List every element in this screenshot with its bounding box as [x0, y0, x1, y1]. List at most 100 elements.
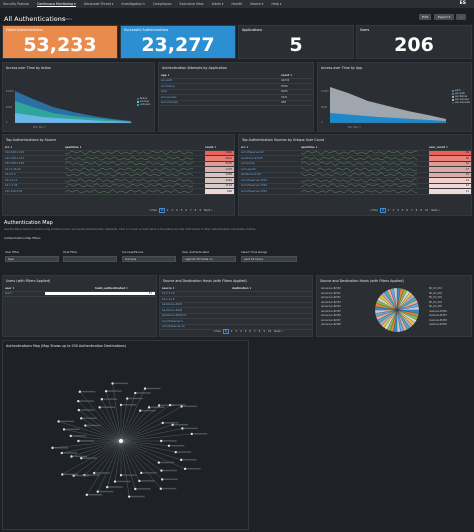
src-cell[interactable]: acm-fileserver-7001	[241, 190, 301, 193]
col-hosts-header[interactable]: hosts_authenticated ⇕	[95, 287, 128, 290]
page-number[interactable]: 5	[401, 209, 405, 212]
graph-node[interactable]	[167, 444, 171, 448]
nav-item[interactable]: Alerts ▾	[212, 2, 224, 6]
col-sparkline-header[interactable]: sparkline ⇕	[301, 146, 429, 149]
graph-node[interactable]	[57, 420, 60, 423]
app-cell[interactable]: win:auth	[161, 79, 281, 82]
col-src-header[interactable]: src ⇕	[5, 146, 65, 149]
graph-node[interactable]	[119, 474, 123, 477]
src-cell[interactable]: acm-fileserver-7001	[241, 184, 301, 187]
graph-node[interactable]	[160, 469, 163, 472]
nav-item[interactable]: Search ▾	[250, 2, 264, 6]
table-row[interactable]: 192.168.3.50 906	[3, 189, 234, 195]
page-number[interactable]: 7	[189, 209, 193, 212]
page-number[interactable]: 2	[230, 330, 234, 333]
graph-node[interactable]	[174, 450, 177, 454]
prev-page-button[interactable]: « Prev	[369, 209, 379, 212]
src-cell[interactable]: 10.2.2.12	[5, 179, 65, 182]
prev-page-button[interactable]: « Prev	[148, 209, 158, 212]
kpi-value[interactable]: 23,277	[121, 34, 235, 56]
source-cell[interactable]: backbone-2004-01	[162, 314, 232, 317]
graph-node[interactable]	[104, 389, 108, 393]
page-number[interactable]: 8	[194, 209, 198, 212]
graph-node[interactable]	[161, 421, 164, 425]
graph-center-node[interactable]	[119, 439, 123, 443]
graph-node[interactable]	[180, 405, 183, 408]
more-button[interactable]: ...	[456, 14, 466, 20]
graph-node[interactable]	[60, 451, 64, 455]
source-cell[interactable]: 10.2.3.10	[162, 292, 232, 295]
app-cell[interactable]: sshd	[161, 90, 281, 93]
export-button[interactable]: Export ▾	[434, 14, 454, 20]
graph-node[interactable]	[168, 403, 172, 407]
view-filters-link[interactable]: View Filters	[55, 17, 72, 21]
app-cell[interactable]: win:unknown	[161, 101, 281, 104]
graph-node[interactable]	[139, 409, 142, 412]
graph-node[interactable]	[181, 427, 184, 430]
nav-item[interactable]: Compliance	[153, 2, 172, 6]
src-cell[interactable]: 192.168.3.50	[5, 190, 65, 193]
page-number[interactable]: 8	[258, 330, 262, 333]
graph-node[interactable]	[106, 485, 109, 489]
src-cell[interactable]: 10.1.1.33	[5, 184, 65, 187]
source-cell[interactable]: acm-fileserver-1	[162, 320, 232, 323]
src-cell[interactable]: 192.168.1.102	[5, 157, 65, 160]
graph-node[interactable]	[180, 458, 183, 462]
source-cell[interactable]: acm-fileserver-1a	[162, 325, 232, 328]
source-cell[interactable]: 10.1.21.9	[162, 298, 232, 301]
graph-node[interactable]	[127, 495, 131, 498]
graph-node[interactable]	[113, 480, 117, 483]
graph-node[interactable]	[77, 399, 80, 403]
graph-node[interactable]	[126, 397, 129, 400]
graph-node[interactable]	[77, 408, 81, 412]
page-number[interactable]: 10	[267, 330, 272, 333]
src-cell[interactable]: acm-hardy	[241, 162, 301, 165]
graph-node[interactable]	[85, 493, 88, 497]
page-number[interactable]: 5	[180, 209, 184, 212]
graph-node[interactable]	[78, 390, 82, 393]
page-number[interactable]: 3	[391, 209, 395, 212]
col-count-header[interactable]: user_count ⇕	[429, 146, 448, 149]
col-sparkline-header[interactable]: sparkline ⇕	[65, 146, 205, 149]
page-number[interactable]: 2	[166, 209, 170, 212]
graph-node[interactable]	[77, 439, 80, 443]
nav-item[interactable]: Executive View	[180, 2, 204, 6]
graph-node[interactable]	[80, 457, 83, 460]
nav-item[interactable]: Advanced Threat ▾	[84, 2, 114, 6]
table-row[interactable]: acm-fileserver-7001 11	[239, 189, 471, 195]
page-number[interactable]: 1	[223, 329, 229, 334]
next-page-button[interactable]: Next »	[273, 330, 283, 333]
nav-item[interactable]: Health	[232, 2, 242, 6]
source-cell[interactable]: backbone-4022	[162, 303, 232, 306]
graph-node[interactable]	[159, 487, 163, 490]
src-cell[interactable]: backbone-93475	[241, 157, 301, 160]
graph-node[interactable]	[93, 471, 96, 475]
page-number[interactable]: 9	[198, 209, 202, 212]
nav-item[interactable]: Investigation ▾	[121, 2, 144, 6]
graph-node[interactable]	[51, 446, 54, 450]
page-number[interactable]: 4	[396, 209, 400, 212]
kpi-value[interactable]: 206	[357, 34, 471, 56]
col-count-header[interactable]: count ⇕	[281, 74, 292, 77]
src-cell[interactable]: backbone-2112	[241, 173, 301, 176]
graph-node[interactable]	[190, 432, 193, 436]
graph-node[interactable]	[160, 439, 163, 443]
nav-item[interactable]: Security Posture	[3, 2, 29, 6]
graph-node[interactable]	[62, 428, 66, 431]
graph-node[interactable]	[70, 455, 73, 458]
graph-node[interactable]	[84, 424, 87, 427]
graph-node[interactable]	[61, 473, 64, 476]
col-source-header[interactable]: source ⇕	[162, 287, 232, 290]
user-filter-input[interactable]	[5, 256, 59, 262]
col-destination-header[interactable]: destination ⇕	[232, 287, 252, 290]
user-authenticated-select[interactable]: against 50 hosts or...	[182, 256, 236, 262]
src-cell[interactable]: acm-wp-94	[241, 168, 301, 171]
col-user-header[interactable]: user ⇕	[5, 287, 95, 290]
graph-node[interactable]	[134, 391, 137, 395]
src-cell[interactable]: 192.168.1.108	[5, 162, 65, 165]
page-number[interactable]: 6	[248, 330, 252, 333]
graph-node[interactable]	[69, 434, 72, 438]
src-cell[interactable]: 10.0.0.2	[5, 173, 65, 176]
page-number[interactable]: 1	[159, 208, 165, 213]
src-cell[interactable]: acm-fileserver-7001	[241, 179, 301, 182]
